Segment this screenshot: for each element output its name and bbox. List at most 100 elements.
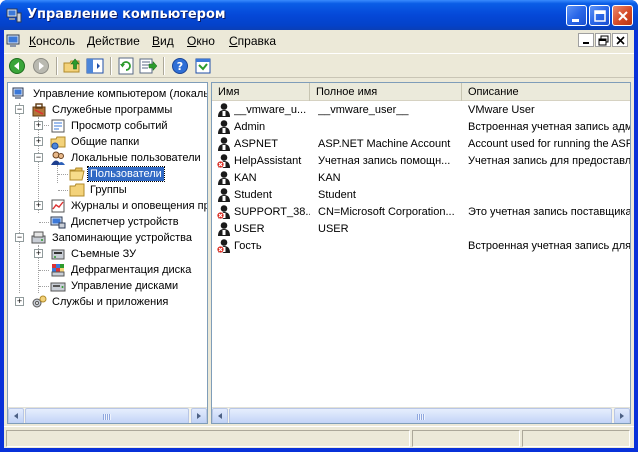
disabled-user-icon [216, 239, 230, 254]
menu-help-accel: С [229, 34, 238, 48]
child-close-button[interactable] [612, 33, 628, 47]
table-row[interactable]: KAN KAN [212, 170, 630, 187]
table-row[interactable]: SUPPORT_38... CN=Microsoft Corporation...… [212, 204, 630, 221]
cell-name: Admin [234, 121, 266, 133]
show-hide-tree-icon[interactable] [85, 56, 105, 76]
storage-icon [31, 231, 46, 244]
menu-action[interactable]: Действие [87, 34, 140, 48]
close-button[interactable] [612, 5, 633, 26]
cell-description: Встроенная учетная запись адми [468, 121, 631, 133]
scroll-right-button[interactable] [191, 408, 207, 423]
properties-icon[interactable] [193, 56, 213, 76]
back-icon[interactable] [7, 56, 27, 76]
cell-description: Account used for running the ASP.N [468, 138, 631, 150]
tree-item-label: Журналы и оповещения пр [71, 200, 208, 212]
cell-description: Встроенная учетная запись для ... [468, 240, 631, 252]
scroll-right-button[interactable] [614, 408, 630, 423]
column-header-description[interactable]: Описание [462, 83, 630, 101]
menu-window[interactable]: Окно [187, 34, 215, 48]
cell-description: Учетная запись для предоставле [468, 155, 631, 167]
expand-toggle[interactable]: + [34, 137, 43, 146]
cell-name: KAN [234, 172, 257, 184]
collapse-toggle[interactable]: − [34, 153, 43, 162]
cell-full-name: USER [318, 223, 349, 235]
tree-guide [58, 174, 68, 175]
maximize-icon [594, 10, 606, 22]
scroll-grip [416, 414, 425, 420]
menu-view[interactable]: Вид [152, 34, 174, 48]
child-minimize-button[interactable] [578, 33, 594, 47]
scroll-thumb[interactable] [25, 408, 189, 423]
menu-view-accel: В [152, 34, 161, 48]
list-header: Имя Полное имя Описание [212, 83, 630, 101]
arrow-left-icon [218, 413, 222, 419]
scroll-left-button[interactable] [8, 408, 24, 423]
title-bar[interactable]: Управление компьютером [0, 0, 638, 30]
list-horizontal-scrollbar[interactable] [212, 407, 630, 423]
table-row[interactable]: USER USER [212, 221, 630, 238]
tree-root-label: Управление компьютером (локаль [33, 88, 208, 100]
scroll-left-button[interactable] [212, 408, 228, 423]
scroll-thumb[interactable] [229, 408, 612, 423]
column-header-full-name[interactable]: Полное имя [310, 83, 462, 101]
cell-full-name: ASP.NET Machine Account [318, 138, 451, 150]
users-list-view[interactable]: Имя Полное имя Описание __vmware_u... __v… [211, 82, 631, 424]
expand-toggle[interactable]: + [34, 121, 43, 130]
menu-window-accel: О [187, 34, 197, 48]
arrow-right-icon [197, 413, 201, 419]
tree-item-label: Службы и приложения [52, 296, 169, 308]
arrow-left-icon [14, 413, 18, 419]
column-header-name[interactable]: Имя [212, 83, 310, 101]
table-row[interactable]: __vmware_u... __vmware_user__ VMware User [212, 102, 630, 119]
menu-help[interactable]: Справка [229, 34, 276, 48]
console-icon[interactable] [6, 33, 24, 49]
close-icon [618, 11, 628, 21]
table-row[interactable]: ASPNET ASP.NET Machine Account Account use… [212, 136, 631, 153]
menu-action-label: ействие [95, 34, 140, 48]
column-header-label: Полное имя [316, 86, 378, 98]
tree-item-label: Дефрагментация диска [71, 264, 192, 276]
shared-folders-icon [50, 136, 66, 150]
column-header-label: Описание [468, 86, 519, 98]
menu-help-label: правка [237, 34, 277, 48]
maximize-button[interactable] [589, 5, 610, 26]
minimize-icon [572, 19, 579, 22]
restore-icon [598, 35, 609, 46]
up-folder-icon[interactable] [62, 56, 82, 76]
tree-guide [39, 286, 49, 287]
status-bar [4, 426, 634, 448]
cell-name: __vmware_u... [234, 104, 307, 116]
export-list-icon[interactable] [138, 56, 158, 76]
tree-horizontal-scrollbar[interactable] [8, 407, 207, 423]
collapse-toggle[interactable]: − [15, 105, 24, 114]
collapse-toggle[interactable]: − [15, 233, 24, 242]
expand-toggle[interactable]: + [15, 297, 24, 306]
table-row[interactable]: Гость Встроенная учетная запись для ... [212, 238, 631, 255]
table-row[interactable]: HelpAssistant Учетная запись помощн... Уче… [212, 153, 631, 170]
tree-guide [38, 117, 39, 213]
refresh-icon[interactable] [116, 56, 136, 76]
status-panel [6, 430, 410, 447]
expand-toggle[interactable]: + [34, 201, 43, 210]
device-manager-icon [50, 216, 66, 229]
toolbar: ? [4, 53, 634, 78]
minimize-icon [583, 42, 589, 44]
menu-console[interactable]: Консоль [29, 34, 75, 48]
expand-toggle[interactable]: + [34, 249, 43, 258]
tools-icon [32, 103, 46, 117]
menu-view-label: ид [160, 34, 174, 48]
folder-icon [69, 183, 85, 197]
child-restore-button[interactable] [595, 33, 611, 47]
minimize-button[interactable] [566, 5, 587, 26]
forward-icon[interactable] [31, 56, 51, 76]
cell-name: ASPNET [234, 138, 279, 150]
scroll-grip [103, 414, 111, 420]
console-tree[interactable]: Управление компьютером (локаль − Служебн… [7, 82, 208, 424]
tree-item-label: Группы [90, 184, 127, 196]
table-row[interactable]: Student Student [212, 187, 630, 204]
user-icon [218, 171, 230, 185]
help-icon[interactable]: ? [170, 56, 190, 76]
menu-window-label: кно [196, 34, 215, 48]
tree-guide [58, 190, 68, 191]
table-row[interactable]: Admin Встроенная учетная запись адми [212, 119, 631, 136]
